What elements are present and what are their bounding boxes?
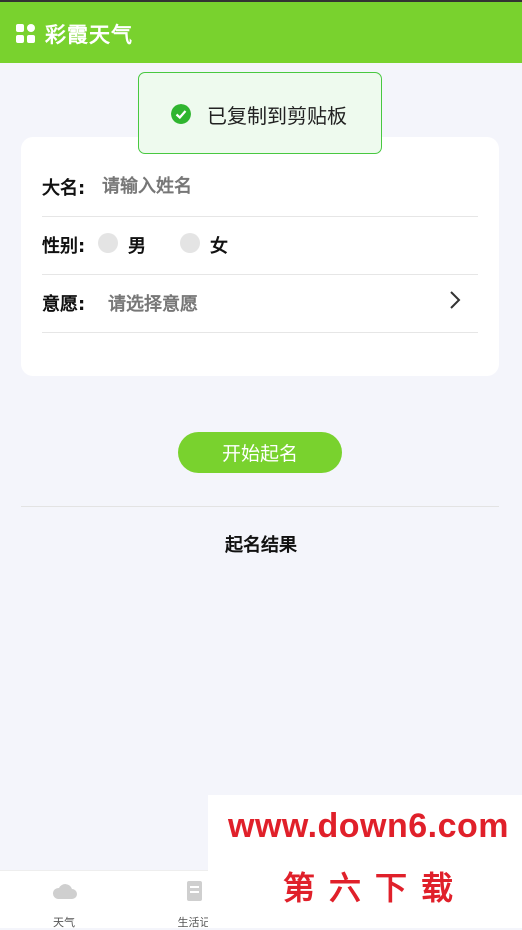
grid-apps-icon[interactable] <box>16 24 36 44</box>
radio-male-label[interactable]: 男 <box>128 232 146 258</box>
check-circle-icon <box>171 104 191 124</box>
wish-row[interactable]: 意愿: 请选择意愿 <box>42 274 478 333</box>
wish-select[interactable]: 请选择意愿 <box>108 290 198 316</box>
app-header: 彩霞天气 <box>0 0 522 63</box>
receipt-icon <box>187 881 202 901</box>
name-row: 大名: <box>42 158 478 217</box>
watermark: www.down6.com 第六下载 <box>208 795 522 927</box>
tab-weather-label: 天气 <box>53 916 75 929</box>
gender-label: 性别: <box>42 236 86 257</box>
radio-male[interactable] <box>98 233 118 253</box>
tab-weather[interactable]: 天气 <box>19 871 109 929</box>
chevron-right-icon[interactable] <box>446 289 464 311</box>
copied-toast: 已复制到剪贴板 <box>138 72 382 154</box>
cloud-icon <box>52 884 77 899</box>
name-input[interactable] <box>102 168 462 204</box>
wish-label: 意愿: <box>42 294 86 315</box>
watermark-text: 第六下载 <box>283 869 468 907</box>
start-naming-button[interactable]: 开始起名 <box>178 432 342 473</box>
radio-female-label[interactable]: 女 <box>210 232 228 258</box>
radio-female[interactable] <box>180 233 200 253</box>
watermark-url: www.down6.com <box>228 807 510 845</box>
toast-message: 已复制到剪贴板 <box>207 104 347 128</box>
result-title: 起名结果 <box>225 535 297 556</box>
divider <box>21 506 499 507</box>
name-form-card: 大名: 性别: 男 女 意愿: 请选择意愿 <box>21 137 499 376</box>
app-title: 彩霞天气 <box>45 23 133 47</box>
name-label: 大名: <box>42 178 86 199</box>
gender-row: 性别: 男 女 <box>42 216 478 275</box>
